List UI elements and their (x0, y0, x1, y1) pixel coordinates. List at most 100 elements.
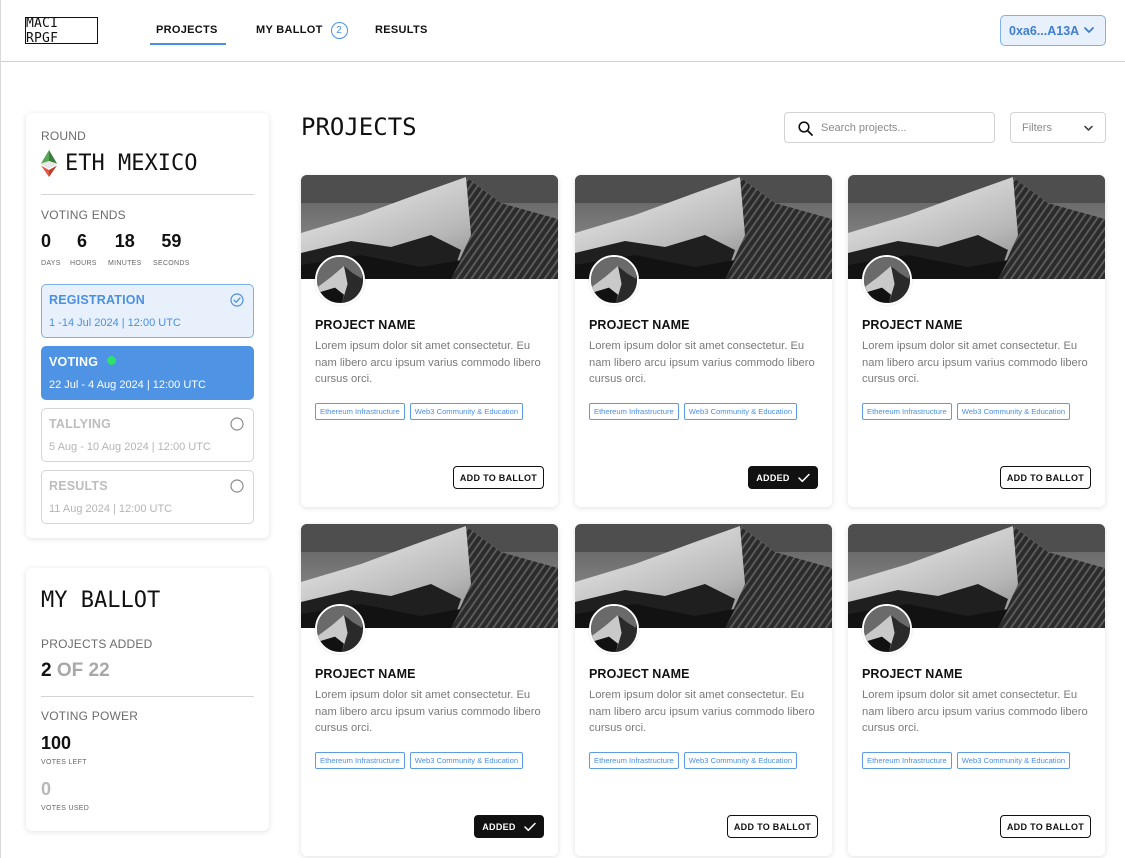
tab-results[interactable]: RESULTS (375, 22, 428, 38)
stage-tallying[interactable]: TALLYING 5 Aug - 10 Aug 2024 | 12:00 UTC (41, 408, 254, 462)
project-avatar (315, 604, 365, 654)
app-window: MACI RPGF PROJECTS MY BALLOT 2 RESULTS 0… (0, 0, 1125, 858)
countdown-unit: DAYS (41, 260, 61, 267)
stage-dates: 22 Jul - 4 Aug 2024 | 12:00 UTC (49, 379, 206, 391)
project-card[interactable]: PROJECT NAME Lorem ipsum dolor sit amet … (301, 524, 558, 856)
tag[interactable]: Web3 Community & Education (683, 752, 798, 769)
checkmark-icon (798, 473, 810, 482)
project-tags: Ethereum Infrastructure Web3 Community &… (315, 752, 524, 769)
project-name: PROJECT NAME (589, 667, 690, 681)
checkmark-icon (524, 822, 536, 831)
add-to-ballot-button[interactable]: ADD TO BALLOT (1000, 466, 1091, 489)
votes-used-label: VOTES USED (41, 805, 90, 812)
added-button[interactable]: ADDED (474, 815, 544, 838)
projects-added-count: 2 OF 22 (41, 660, 110, 682)
projects-added-label: PROJECTS ADDED (41, 637, 153, 651)
stage-dates: 11 Aug 2024 | 12:00 UTC (49, 503, 173, 515)
stage-title: VOTING (49, 355, 99, 369)
tab-projects-label: PROJECTS (156, 24, 218, 36)
button-label: ADD TO BALLOT (1006, 472, 1085, 483)
votes-left-value: 100 (41, 733, 72, 753)
search-icon (798, 121, 813, 136)
project-description: Lorem ipsum dolor sit amet consectetur. … (589, 689, 815, 734)
countdown-value: 18 (114, 231, 135, 251)
filters-dropdown[interactable]: Filters (1010, 112, 1106, 143)
round-title: ETH MEXICO (41, 150, 197, 177)
my-ballot-title: MY BALLOT (41, 588, 161, 613)
tag[interactable]: Ethereum Infrastructure (862, 403, 952, 420)
project-description: Lorem ipsum dolor sit amet consectetur. … (589, 340, 815, 385)
live-indicator-dot (107, 356, 117, 365)
votes-used-value: 0 (41, 779, 52, 799)
project-description: Lorem ipsum dolor sit amet consectetur. … (315, 340, 541, 385)
tag[interactable]: Web3 Community & Education (956, 752, 1071, 769)
tag[interactable]: Web3 Community & Education (409, 752, 524, 769)
search-input[interactable] (821, 119, 986, 137)
button-label: ADD TO BALLOT (733, 821, 812, 832)
round-label: ROUND (41, 129, 86, 143)
add-to-ballot-button[interactable]: ADD TO BALLOT (727, 815, 818, 838)
countdown-unit: MINUTES (108, 260, 142, 267)
wallet-address: 0xa6...A13A (1009, 23, 1080, 38)
app-logo[interactable]: MACI RPGF (25, 16, 98, 46)
stage-results[interactable]: RESULTS 11 Aug 2024 | 12:00 UTC (41, 470, 254, 524)
countdown-value: 6 (77, 231, 88, 251)
project-name: PROJECT NAME (589, 318, 690, 332)
project-avatar (862, 604, 912, 654)
project-card[interactable]: PROJECT NAME Lorem ipsum dolor sit amet … (848, 175, 1105, 507)
project-card[interactable]: PROJECT NAME Lorem ipsum dolor sit amet … (301, 175, 558, 507)
stage-title: TALLYING (49, 417, 112, 431)
tag[interactable]: Web3 Community & Education (409, 403, 524, 420)
divider (41, 696, 254, 697)
projects-added-value: 2 (41, 660, 52, 681)
stage-registration[interactable]: REGISTRATION 1 -14 Jul 2024 | 12:00 UTC (41, 284, 254, 338)
empty-circle-icon (230, 417, 244, 431)
project-description: Lorem ipsum dolor sit amet consectetur. … (862, 689, 1088, 734)
round-name: ETH MEXICO (65, 151, 198, 176)
chevron-down-icon (1084, 125, 1093, 131)
stage-voting[interactable]: VOTING 22 Jul - 4 Aug 2024 | 12:00 UTC (41, 346, 254, 400)
wallet-button[interactable]: 0xa6...A13A (1000, 15, 1106, 46)
tag[interactable]: Ethereum Infrastructure (589, 403, 679, 420)
project-card[interactable]: PROJECT NAME Lorem ipsum dolor sit amet … (848, 524, 1105, 856)
project-name: PROJECT NAME (862, 318, 963, 332)
project-name: PROJECT NAME (315, 667, 416, 681)
project-avatar (589, 604, 639, 654)
countdown-hours: 6 HOURS (70, 231, 97, 267)
project-card[interactable]: PROJECT NAME Lorem ipsum dolor sit amet … (575, 524, 832, 856)
tag[interactable]: Web3 Community & Education (683, 403, 798, 420)
voting-ends-label: VOTING ENDS (41, 208, 126, 222)
project-tags: Ethereum Infrastructure Web3 Community &… (589, 403, 798, 420)
project-avatar (315, 255, 365, 305)
tag[interactable]: Web3 Community & Education (956, 403, 1071, 420)
add-to-ballot-button[interactable]: ADD TO BALLOT (453, 466, 544, 489)
ballot-count-badge: 2 (330, 21, 348, 39)
projects-total: OF 22 (56, 660, 110, 681)
voting-power-label: VOTING POWER (41, 709, 139, 723)
ethereum-icon (41, 150, 57, 177)
tab-my-ballot[interactable]: MY BALLOT 2 (256, 21, 348, 39)
check-circle-icon (230, 293, 244, 307)
button-label: ADDED (482, 821, 516, 832)
stage-title: REGISTRATION (49, 293, 145, 307)
project-description: Lorem ipsum dolor sit amet consectetur. … (862, 340, 1088, 385)
search-box[interactable] (784, 112, 995, 143)
added-button[interactable]: ADDED (748, 466, 818, 489)
project-description: Lorem ipsum dolor sit amet consectetur. … (315, 689, 541, 734)
votes-left-label: VOTES LEFT (41, 759, 87, 766)
stage-dates: 5 Aug - 10 Aug 2024 | 12:00 UTC (49, 441, 211, 453)
tag[interactable]: Ethereum Infrastructure (862, 752, 952, 769)
add-to-ballot-button[interactable]: ADD TO BALLOT (1000, 815, 1091, 838)
empty-circle-icon (230, 479, 244, 493)
tag[interactable]: Ethereum Infrastructure (315, 752, 405, 769)
tag[interactable]: Ethereum Infrastructure (315, 403, 405, 420)
stage-title-wrap: VOTING (49, 355, 117, 369)
project-card[interactable]: PROJECT NAME Lorem ipsum dolor sit amet … (575, 175, 832, 507)
tab-projects[interactable]: PROJECTS (150, 22, 226, 45)
button-label: ADD TO BALLOT (1006, 821, 1085, 832)
stage-title: RESULTS (49, 479, 108, 493)
project-tags: Ethereum Infrastructure Web3 Community &… (315, 403, 524, 420)
countdown-value: 0 (41, 231, 52, 251)
project-tags: Ethereum Infrastructure Web3 Community &… (862, 752, 1071, 769)
tag[interactable]: Ethereum Infrastructure (589, 752, 679, 769)
